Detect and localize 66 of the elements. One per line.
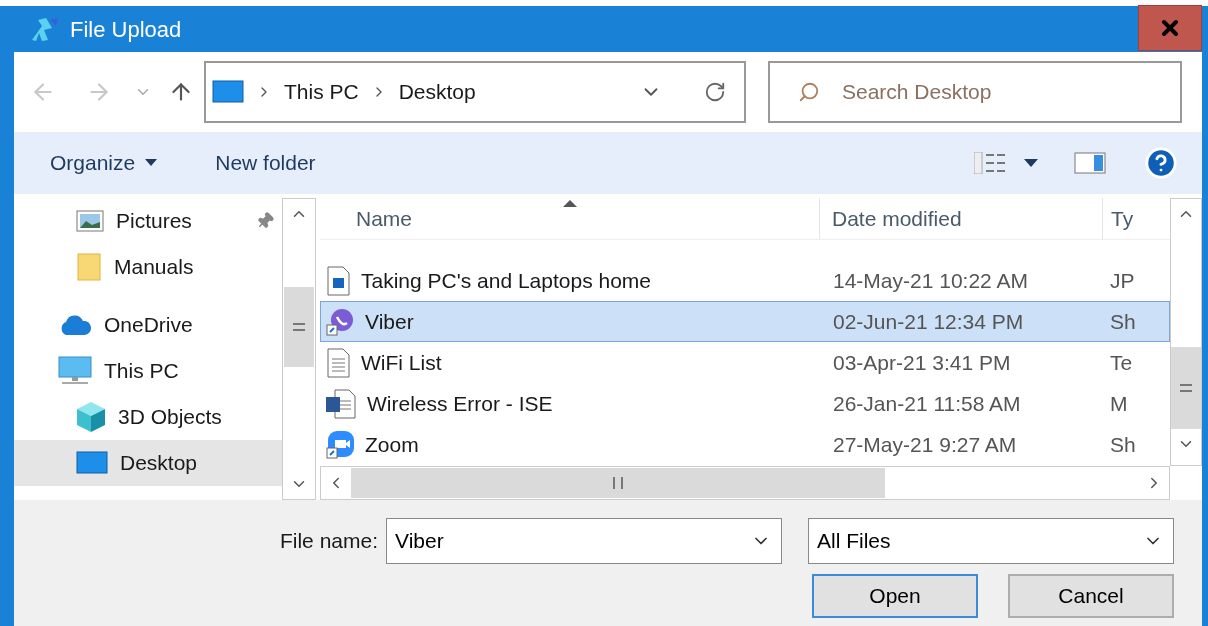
- scroll-thumb[interactable]: [1171, 347, 1201, 429]
- breadcrumb[interactable]: Desktop: [398, 76, 476, 108]
- type-cell-text: Te: [1109, 349, 1133, 376]
- type-cell-text: Sh: [1109, 308, 1136, 335]
- nav-item[interactable]: This PC: [14, 348, 282, 394]
- preview-pane-icon[interactable]: [1074, 152, 1106, 174]
- file-row[interactable]: WiFi List 03-Apr-21 3:41 PM Te: [320, 342, 1170, 383]
- file-row[interactable]: Taking PC's and Laptops home 14-May-21 10:22 AM JP: [320, 260, 1170, 301]
- text-file-icon: [325, 347, 351, 378]
- file-name: Zoom: [365, 431, 419, 458]
- picture-icon: [76, 210, 104, 232]
- address-bar[interactable]: This PC Desktop: [204, 61, 746, 123]
- nav-item[interactable]: Desktop: [14, 440, 282, 486]
- desktop-icon: [76, 451, 108, 475]
- new-folder-button[interactable]: New folder: [215, 147, 316, 179]
- date-cell-text: 27-May-21 9:27 AM: [832, 431, 1018, 458]
- nav-item[interactable]: Manuals: [14, 244, 282, 290]
- file-type-dropdown[interactable]: All Files: [808, 518, 1174, 564]
- file-name: Viber: [365, 308, 414, 335]
- cube-icon: [76, 401, 106, 433]
- desktop-icon: [212, 80, 244, 104]
- file-row[interactable]: Viber 02-Jun-21 12:34 PM Sh: [320, 301, 1170, 342]
- scrollbar[interactable]: [320, 466, 1170, 500]
- caret-icon: [145, 159, 158, 167]
- document-icon: [325, 388, 357, 419]
- file-row[interactable]: Wireless Error - ISE 26-Jan-21 11:58 AM M: [320, 383, 1170, 424]
- sort-arrow-icon: [562, 200, 577, 207]
- breadcrumb[interactable]: This PC: [284, 76, 359, 108]
- scroll-thumb[interactable]: [351, 468, 885, 498]
- organize-menu[interactable]: Organize: [50, 147, 158, 179]
- dialog-button[interactable]: Cancel: [1008, 574, 1174, 618]
- view-options-icon[interactable]: [974, 152, 1040, 174]
- type-cell-text: M: [1109, 390, 1128, 417]
- date-cell-text: 26-Jan-21 11:58 AM: [832, 390, 1022, 417]
- file-row[interactable]: Zoom 27-May-21 9:27 AM Sh: [320, 424, 1170, 465]
- scrollbar[interactable]: [282, 198, 316, 500]
- date-cell-text: 14-May-21 10:22 AM: [832, 267, 1029, 294]
- column-header[interactable]: Ty: [1103, 198, 1170, 239]
- help-icon[interactable]: [1144, 146, 1178, 180]
- column-header[interactable]: Name: [320, 198, 820, 239]
- search-field[interactable]: Search Desktop: [768, 61, 1182, 123]
- file-name-label: File name:: [279, 528, 378, 555]
- nav-item[interactable]: Pictures: [14, 198, 282, 244]
- window-title: File Upload: [70, 15, 182, 44]
- file-name: Taking PC's and Laptops home: [361, 267, 652, 294]
- nav-item[interactable]: OneDrive: [14, 302, 282, 348]
- type-cell-text: Sh: [1109, 431, 1136, 458]
- monitor-icon: [58, 356, 92, 386]
- close-button[interactable]: [1138, 5, 1202, 51]
- column-header[interactable]: Date modified: [820, 198, 1103, 239]
- dialog-button[interactable]: Open: [812, 574, 978, 618]
- folder-icon: [76, 253, 102, 281]
- type-cell-text: JP: [1109, 267, 1135, 294]
- date-cell-text: 03-Apr-21 3:41 PM: [832, 349, 1012, 376]
- video-camera-icon: [325, 429, 355, 460]
- date-cell-text: 02-Jun-21 12:34 PM: [832, 308, 1025, 335]
- file-name-field[interactable]: Viber: [386, 518, 782, 564]
- refresh-icon[interactable]: [704, 81, 726, 103]
- image-file-icon: [325, 265, 351, 296]
- scroll-thumb[interactable]: [284, 287, 314, 367]
- file-name: Wireless Error - ISE: [367, 390, 553, 417]
- search-icon: [798, 81, 820, 103]
- scrollbar[interactable]: [1170, 198, 1202, 466]
- chat-bubble-icon: [325, 306, 355, 337]
- nav-item[interactable]: 3D Objects: [14, 394, 282, 440]
- file-name: WiFi List: [361, 349, 442, 376]
